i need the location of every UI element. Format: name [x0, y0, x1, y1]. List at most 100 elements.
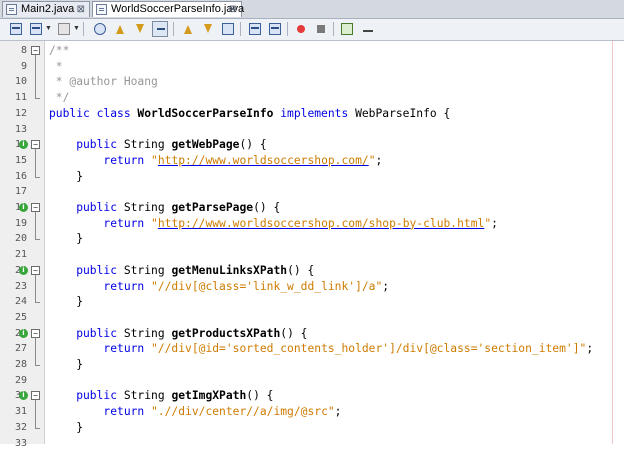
code-line[interactable]: 12public class WorldSoccerParseInfo impl… [0, 106, 624, 122]
next-bookmark-icon[interactable] [200, 21, 216, 37]
code-token: http://www.worldsoccershop.com/shop-by-c… [158, 217, 484, 230]
code-token: public [49, 389, 124, 402]
line-number: 31 [0, 404, 27, 420]
code-line[interactable]: 17 [0, 184, 624, 200]
fold-guide-end [35, 177, 40, 178]
code-line[interactable]: 23 return "//div[@class='link_w_dd_link'… [0, 279, 624, 295]
code-editor[interactable]: 8−/**9 *10 * @author Hoang11 */12public … [0, 41, 624, 444]
code-line[interactable]: 26i− public String getProductsXPath() { [0, 326, 624, 342]
fold-guide-end [35, 239, 40, 240]
line-number: 15 [0, 153, 27, 169]
code-token: ; [335, 405, 342, 418]
line-number: 19 [0, 216, 27, 232]
code-line[interactable]: 21 [0, 247, 624, 263]
code-text: return "//div[@class='link_w_dd_link']/a… [49, 279, 389, 295]
code-line[interactable]: 15 return "http://www.worldsoccershop.co… [0, 153, 624, 169]
code-token: /** [49, 44, 69, 57]
code-text: return ".//div/center//a/img/@src"; [49, 404, 341, 420]
find-next-icon[interactable] [132, 21, 148, 37]
line-number: 13 [0, 122, 27, 138]
find-icon[interactable] [92, 21, 108, 37]
back-dropdown-icon[interactable]: ▼ [45, 21, 51, 37]
code-token: ; [491, 217, 498, 230]
line-number: 21 [0, 247, 27, 263]
code-token: String [124, 264, 172, 277]
code-line[interactable]: 10 * @author Hoang [0, 74, 624, 90]
forward-dropdown-icon[interactable]: ▼ [73, 21, 79, 37]
shift-right-icon[interactable] [267, 21, 283, 37]
override-marker-icon[interactable]: i [19, 203, 28, 212]
line-number: 29 [0, 373, 27, 389]
fold-toggle-icon[interactable]: − [31, 46, 40, 55]
code-text: public class WorldSoccerParseInfo implem… [49, 106, 450, 122]
code-line[interactable]: 27 return "//div[@id='sorted_contents_ho… [0, 341, 624, 357]
forward-icon[interactable] [56, 21, 72, 37]
code-line[interactable]: 20 } [0, 231, 624, 247]
prev-bookmark-icon[interactable] [180, 21, 196, 37]
tab-label: WorldSoccerParseInfo.java [111, 3, 244, 15]
tab-worldsoccerparseinfo-java[interactable]: WorldSoccerParseInfo.java ⊠ [92, 1, 242, 17]
code-line[interactable]: 18i− public String getParsePage() { [0, 200, 624, 216]
code-token: " [151, 154, 158, 167]
editor-tab-bar: Main2.java ⊠ WorldSoccerParseInfo.java ⊠ [0, 0, 624, 19]
toggle-bookmark-icon[interactable] [220, 21, 236, 37]
code-token: () { [246, 389, 273, 402]
fold-toggle-icon[interactable]: − [31, 329, 40, 338]
code-line[interactable]: 9 * [0, 59, 624, 75]
code-token: return [49, 154, 151, 167]
override-marker-icon[interactable]: i [19, 329, 28, 338]
code-text: public String getImgXPath() { [49, 388, 273, 404]
code-text: * [49, 59, 63, 75]
code-token: ; [376, 154, 383, 167]
record-macro-icon[interactable] [293, 21, 309, 37]
code-token: "//div[@id='sorted_contents_holder']/div… [151, 342, 586, 355]
code-line[interactable]: 28 } [0, 357, 624, 373]
fold-guide-end [35, 98, 40, 99]
line-number: 16 [0, 169, 27, 185]
code-token: String [124, 327, 172, 340]
uncomment-icon[interactable] [359, 21, 375, 37]
close-tab-icon[interactable]: ⊠ [229, 2, 237, 17]
code-line[interactable]: 19 return "http://www.worldsoccershop.co… [0, 216, 624, 232]
code-line[interactable]: 13 [0, 122, 624, 138]
code-line[interactable]: 24 } [0, 294, 624, 310]
code-line[interactable]: 25 [0, 310, 624, 326]
comment-icon[interactable] [339, 21, 355, 37]
override-marker-icon[interactable]: i [19, 266, 28, 275]
code-token: String [124, 201, 172, 214]
code-token: http://www.worldsoccershop.com/ [158, 154, 369, 167]
tab-label: Main2.java [21, 3, 74, 15]
shift-left-icon[interactable] [247, 21, 263, 37]
code-line[interactable]: 30i− public String getImgXPath() { [0, 388, 624, 404]
line-number: 27 [0, 341, 27, 357]
code-line[interactable]: 29 [0, 373, 624, 389]
fold-toggle-icon[interactable]: − [31, 391, 40, 400]
code-line[interactable]: 33 [0, 436, 624, 451]
fold-guide-line [35, 55, 36, 98]
code-token: "//div[@class='link_w_dd_link']/a" [151, 280, 382, 293]
tab-main2-java[interactable]: Main2.java ⊠ [2, 1, 90, 17]
find-prev-icon[interactable] [112, 21, 128, 37]
fold-guide-line [35, 149, 36, 176]
fold-guide-end [35, 428, 40, 429]
code-line[interactable]: 11 */ [0, 90, 624, 106]
last-edit-icon[interactable] [8, 21, 24, 37]
code-line[interactable]: 32 } [0, 420, 624, 436]
close-tab-icon[interactable]: ⊠ [77, 2, 85, 17]
code-line[interactable]: 31 return ".//div/center//a/img/@src"; [0, 404, 624, 420]
fold-toggle-icon[interactable]: − [31, 203, 40, 212]
fold-toggle-icon[interactable]: − [31, 140, 40, 149]
code-line[interactable]: 14i− public String getWebPage() { [0, 137, 624, 153]
fold-toggle-icon[interactable]: − [31, 266, 40, 275]
code-text: return "//div[@id='sorted_contents_holde… [49, 341, 593, 357]
fold-guide-line [35, 400, 36, 427]
code-line[interactable]: 22i− public String getMenuLinksXPath() { [0, 263, 624, 279]
stop-macro-icon[interactable] [313, 21, 329, 37]
line-number: 8 [0, 43, 27, 59]
code-token: String [124, 389, 172, 402]
code-line[interactable]: 8−/** [0, 43, 624, 59]
code-line[interactable]: 16 } [0, 169, 624, 185]
toggle-highlight-icon[interactable] [152, 21, 168, 37]
back-icon[interactable] [28, 21, 44, 37]
code-token: * @author Hoang [49, 75, 158, 88]
